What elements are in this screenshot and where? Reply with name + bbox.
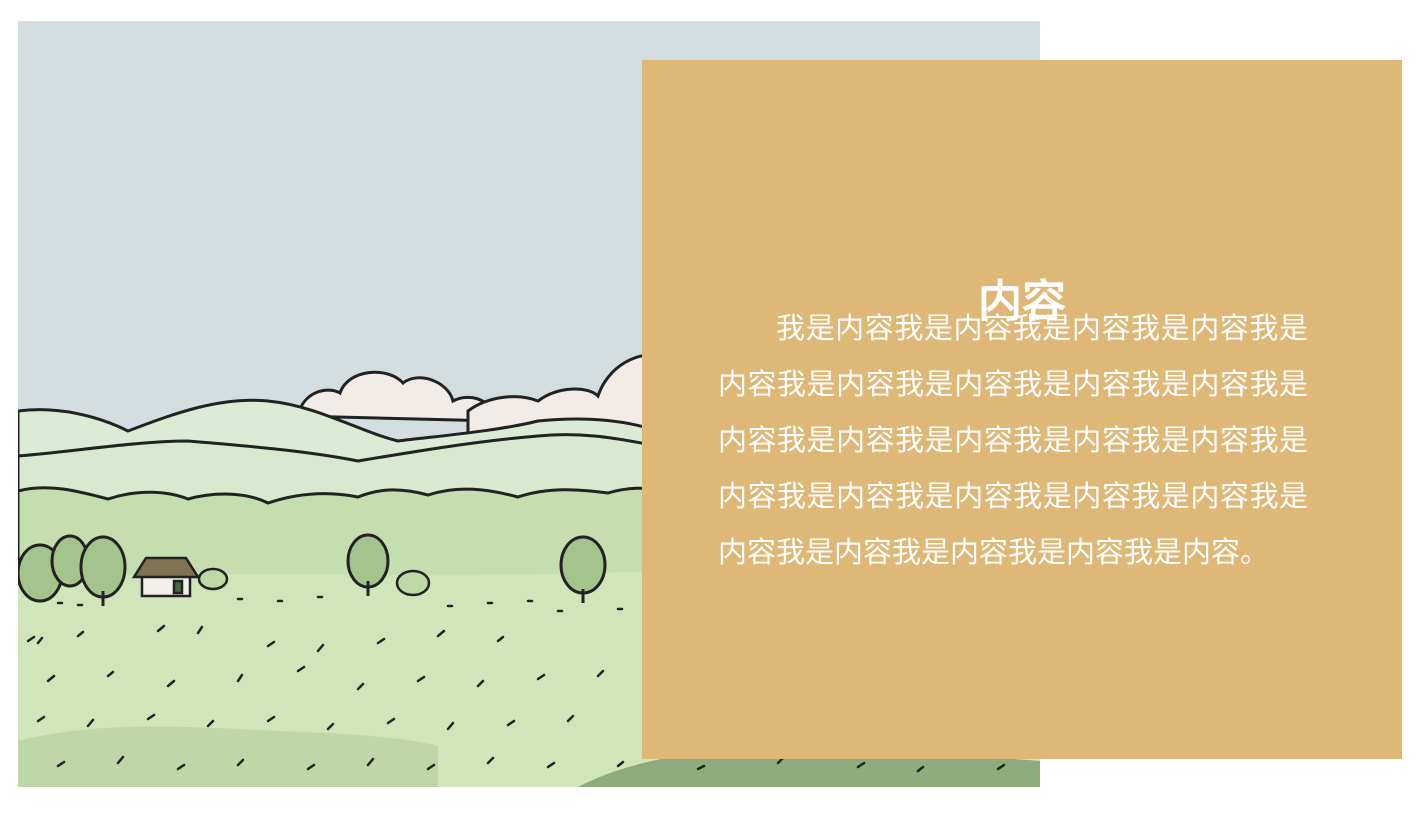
panel-body-text: 我是内容我是内容我是内容我是内容我是内容我是内容我是内容我是内容我是内容我是内容… bbox=[718, 311, 1308, 569]
slide: 内容 我是内容我是内容我是内容我是内容我是内容我是内容我是内容我是内容我是内容我… bbox=[0, 0, 1415, 816]
content-panel: 内容 我是内容我是内容我是内容我是内容我是内容我是内容我是内容我是内容我是内容我… bbox=[642, 60, 1402, 759]
